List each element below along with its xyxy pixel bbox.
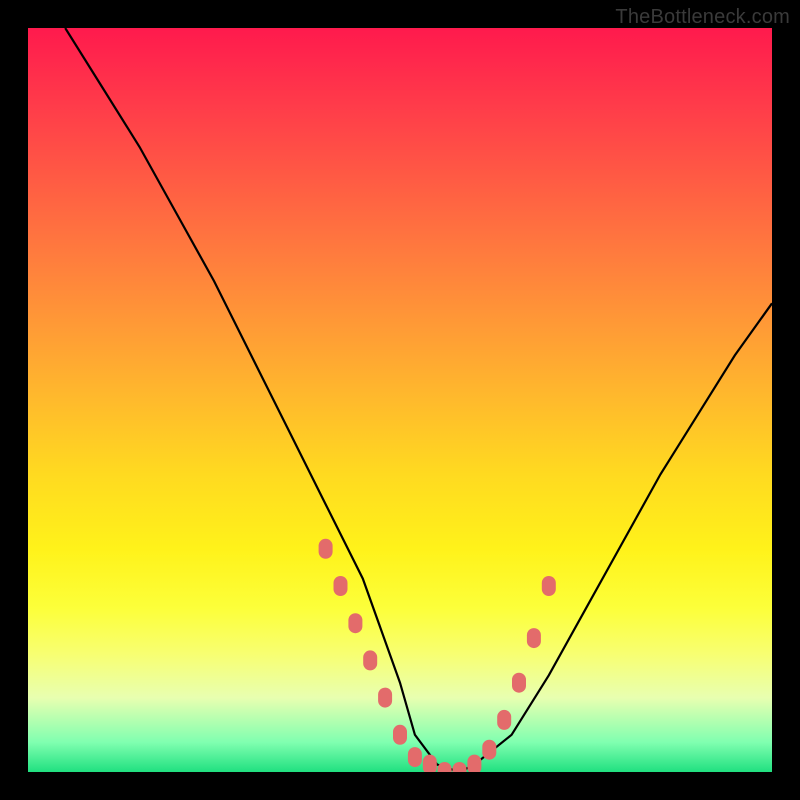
marker-dot xyxy=(542,576,556,596)
plot-area xyxy=(28,28,772,772)
marker-dot xyxy=(334,576,348,596)
marker-dot xyxy=(438,762,452,772)
watermark-text: TheBottleneck.com xyxy=(615,6,790,29)
chart-svg xyxy=(28,28,772,772)
marker-dot xyxy=(512,673,526,693)
marker-dot xyxy=(423,755,437,772)
bottleneck-curve xyxy=(65,28,772,772)
marker-dot xyxy=(482,740,496,760)
marker-dot xyxy=(348,613,362,633)
marker-dot xyxy=(453,762,467,772)
marker-dot xyxy=(467,755,481,772)
marker-dot xyxy=(527,628,541,648)
marker-dots-group xyxy=(319,539,556,772)
marker-dot xyxy=(393,725,407,745)
marker-dot xyxy=(408,747,422,767)
marker-dot xyxy=(319,539,333,559)
marker-dot xyxy=(363,650,377,670)
chart-frame: TheBottleneck.com xyxy=(0,0,800,800)
marker-dot xyxy=(378,688,392,708)
marker-dot xyxy=(497,710,511,730)
